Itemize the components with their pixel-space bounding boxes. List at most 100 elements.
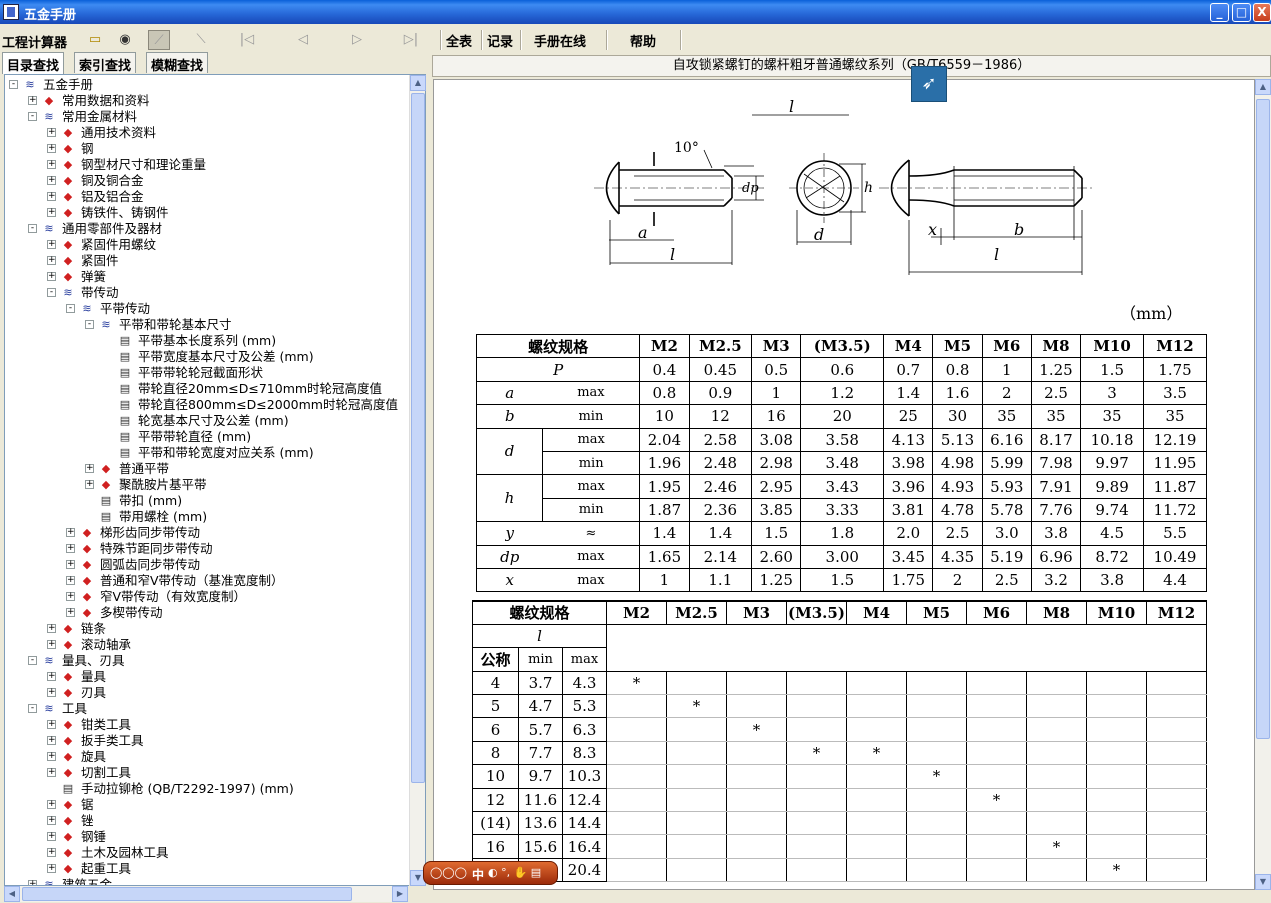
tree-node-label: 普通和窄V带传动（基准宽度制）: [100, 573, 284, 588]
table-row: P 0.4 0.45 0.5 0.6 0.7 0.8 1 1.25 1.5 1.75: [475, 357, 1207, 382]
value-cell: 3.43: [800, 474, 885, 499]
expand-icon[interactable]: +: [47, 640, 56, 649]
expand-icon[interactable]: +: [85, 480, 94, 489]
help-button[interactable]: 帮助: [630, 31, 656, 50]
tree-node-label: 圆弧齿同步带传动: [100, 557, 201, 572]
scroll-up-icon[interactable]: ▲: [410, 75, 426, 91]
min-cell: 15.6: [518, 834, 563, 859]
collapse-icon[interactable]: -: [28, 112, 37, 121]
collapse-icon[interactable]: -: [85, 320, 94, 329]
expand-icon[interactable]: +: [47, 816, 56, 825]
scroll-right-icon[interactable]: ▶: [392, 886, 408, 902]
value-cell: 2.60: [751, 544, 802, 569]
ime-toolbar[interactable]: ◯◯◯ 中 ◐ °, ✋ ▤: [423, 861, 558, 885]
expand-icon[interactable]: +: [66, 544, 75, 553]
ime-tools-icon[interactable]: ◐ °, ✋ ▤: [488, 866, 541, 879]
size-header-cell: M4: [883, 333, 934, 359]
expand-icon[interactable]: +: [47, 144, 56, 153]
scroll-left-icon[interactable]: ◀: [4, 886, 20, 902]
ime-mode-button[interactable]: 中: [472, 866, 484, 883]
scroll-down-icon[interactable]: ▼: [1255, 874, 1271, 890]
expand-icon[interactable]: +: [47, 256, 56, 265]
collapse-icon[interactable]: -: [47, 288, 56, 297]
expand-icon[interactable]: +: [47, 192, 56, 201]
size-header-cell: (M3.5): [786, 599, 847, 625]
collapse-icon[interactable]: -: [28, 224, 37, 233]
expand-icon[interactable]: +: [47, 864, 56, 873]
expand-icon[interactable]: +: [47, 272, 56, 281]
maximize-button[interactable]: □: [1232, 3, 1251, 22]
expand-icon[interactable]: +: [85, 464, 94, 473]
scroll-up-icon[interactable]: ▲: [1255, 79, 1271, 95]
row-symbol-cell: h: [476, 474, 543, 523]
expand-icon[interactable]: +: [47, 160, 56, 169]
scroll-thumb[interactable]: [411, 93, 425, 783]
collapse-icon[interactable]: -: [28, 656, 37, 665]
expand-icon[interactable]: +: [47, 752, 56, 761]
expand-icon[interactable]: +: [47, 736, 56, 745]
tree-node-label: 扳手类工具: [81, 733, 144, 748]
value-cell: 11.87: [1143, 474, 1207, 499]
tree-node-label: 切割工具: [81, 765, 132, 780]
expand-icon[interactable]: +: [47, 768, 56, 777]
expand-icon[interactable]: +: [47, 208, 56, 217]
empty-cell: [666, 670, 727, 696]
expand-icon[interactable]: +: [66, 528, 75, 537]
expand-icon[interactable]: +: [47, 720, 56, 729]
expand-icon[interactable]: +: [47, 800, 56, 809]
folder-icon[interactable]: ▭: [84, 30, 106, 50]
expand-icon[interactable]: +: [47, 848, 56, 857]
catalog-tree[interactable]: - ≋ 五金手册 + ◆ 常用数据和资料 - ≋ 常用金属材料 + ◆ 通用技术资料 + ◆ 钢 + ◆ 钢型材尺…: [4, 74, 426, 886]
close-button[interactable]: X: [1253, 3, 1271, 22]
empty-cell: [1146, 670, 1207, 696]
red-book-icon: ◆: [63, 830, 73, 843]
viewer-vertical-scrollbar[interactable]: ▲ ▼: [1255, 79, 1271, 890]
empty-cell: [1146, 811, 1207, 836]
empty-cell: [606, 764, 667, 789]
tab-fuzzy[interactable]: 模糊查找: [146, 52, 209, 74]
manual-online-button[interactable]: 手册在线: [534, 31, 586, 50]
min-cell: 3.7: [518, 670, 563, 696]
expand-icon[interactable]: +: [47, 176, 56, 185]
red-book-icon: ◆: [63, 766, 73, 779]
tree-node-label: 带轮直径20mm≤D≤710mm时轮冠高度值: [138, 381, 383, 396]
red-book-icon: ◆: [63, 862, 73, 875]
first-page-button[interactable]: |◁: [236, 30, 258, 50]
last-page-button[interactable]: ▷|: [400, 30, 422, 50]
expand-icon[interactable]: +: [28, 96, 37, 105]
minimize-button[interactable]: _: [1210, 3, 1229, 22]
expand-icon[interactable]: +: [47, 240, 56, 249]
expand-icon[interactable]: +: [47, 672, 56, 681]
expand-icon[interactable]: +: [66, 576, 75, 585]
tree-vertical-scrollbar[interactable]: ▲ ▼: [409, 75, 426, 886]
tab-index[interactable]: 索引查找: [74, 52, 137, 74]
table-row: 12 11.6 12.4 *: [472, 787, 1207, 813]
expand-icon[interactable]: +: [66, 560, 75, 569]
expand-icon[interactable]: +: [66, 608, 75, 617]
scroll-thumb[interactable]: [22, 887, 352, 901]
red-book-icon: ◆: [63, 254, 73, 267]
calculator-button[interactable]: 工程计算器: [2, 32, 67, 51]
tree-horizontal-scrollbar[interactable]: ◀ ▶: [4, 886, 408, 902]
all-table-button[interactable]: 全表: [446, 31, 472, 50]
collapse-icon[interactable]: -: [66, 304, 75, 313]
expand-icon[interactable]: +: [66, 592, 75, 601]
expand-icon[interactable]: +: [47, 624, 56, 633]
expand-icon[interactable]: +: [47, 128, 56, 137]
lightbulb-icon[interactable]: ◉: [114, 30, 136, 50]
tree-node-label: 平带带轮轮冠截面形状: [138, 365, 264, 380]
flag-icon[interactable]: ⟍: [190, 30, 212, 50]
scroll-thumb[interactable]: [1256, 99, 1270, 739]
collapse-icon[interactable]: -: [9, 80, 18, 89]
collapse-icon[interactable]: -: [28, 704, 37, 713]
next-page-button[interactable]: ▷: [346, 30, 368, 50]
expand-icon[interactable]: +: [47, 688, 56, 697]
tab-catalog[interactable]: 目录查找: [2, 52, 65, 74]
pen-icon[interactable]: ⟋: [148, 30, 170, 50]
record-button[interactable]: 记录: [487, 31, 513, 50]
expand-icon[interactable]: +: [47, 832, 56, 841]
value-cell: 1.4: [639, 521, 690, 546]
title-bar[interactable]: 五金手册 _ □ X: [0, 0, 1271, 24]
prev-page-button[interactable]: ◁: [292, 30, 314, 50]
document-icon: ▤: [119, 398, 131, 411]
